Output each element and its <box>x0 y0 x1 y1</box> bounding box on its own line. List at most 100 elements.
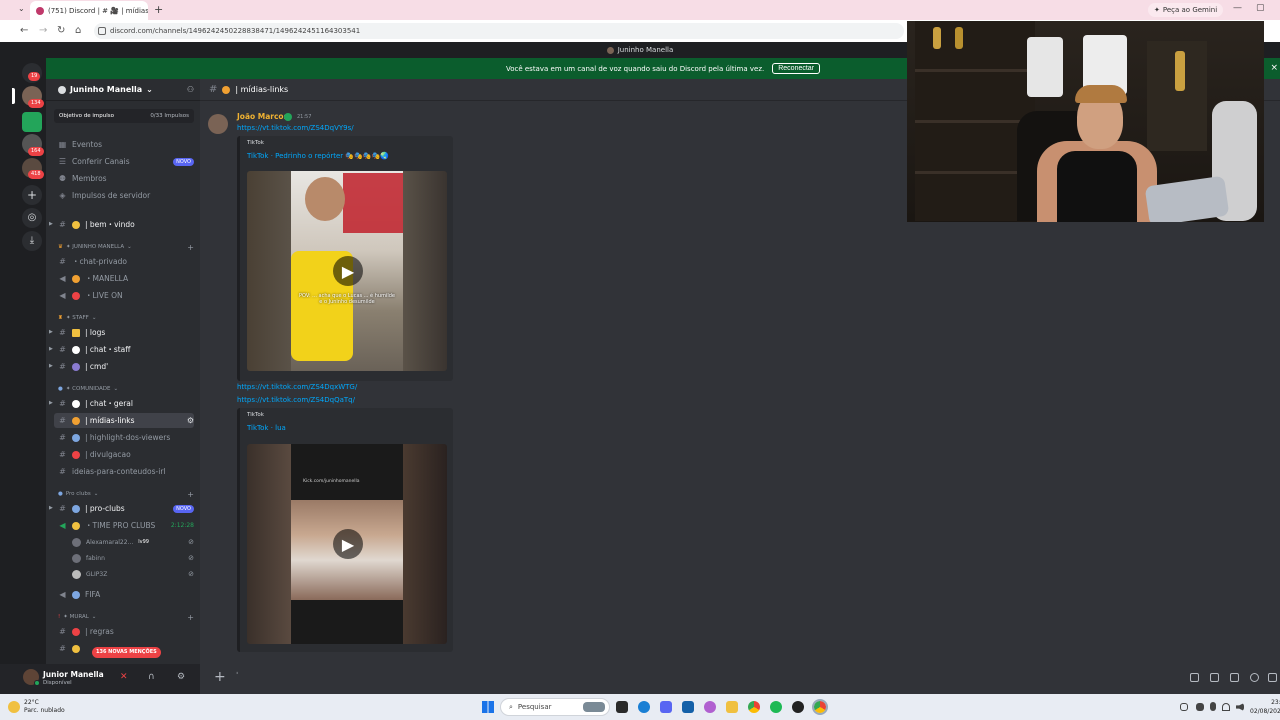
back-icon[interactable]: ← <box>20 25 28 36</box>
invite-icon[interactable]: ⚇ <box>187 85 194 94</box>
gemini-button[interactable]: ✦ Peça ao Gemini <box>1148 3 1224 17</box>
tray-chevron-icon[interactable] <box>1180 703 1188 711</box>
windows-start-icon[interactable] <box>482 701 494 713</box>
voice-user[interactable]: GLIP3Z ⊘ <box>72 567 194 581</box>
channel-logs[interactable]: # | logs <box>54 325 194 340</box>
mic-muted-icon[interactable]: ✕ <box>120 672 128 682</box>
message-composer[interactable]: + ˈ <box>200 664 1280 694</box>
add-channel-icon[interactable]: + <box>187 243 194 252</box>
embed-title[interactable]: TikTok · Pedrinho o repórter 🎭🎭🎭🎭🌏 <box>247 152 389 160</box>
close-icon[interactable]: × <box>1270 63 1278 73</box>
category-mural[interactable]: ! ✦ MURAL ⌄ + <box>58 611 194 623</box>
weather-widget[interactable]: 22°C Parc. nublado <box>24 699 65 715</box>
new-mentions-pill[interactable]: 136 NOVAS MENÇÕES <box>92 647 161 658</box>
volume-icon[interactable] <box>1236 703 1244 711</box>
voice-user[interactable]: Alexamaral22... lv99 ⊘ <box>72 535 194 549</box>
sticker-icon[interactable] <box>1230 673 1239 682</box>
taskbar-search[interactable]: ⌕ Pesquisar <box>500 698 610 716</box>
reload-icon[interactable]: ↻ <box>57 25 65 36</box>
embed-title[interactable]: TikTok · lua <box>247 424 286 432</box>
channel-bem-vindo[interactable]: # | bem・vindo <box>54 217 194 232</box>
channel-chat-geral[interactable]: # | chat・geral <box>54 396 194 411</box>
maximize-icon[interactable]: ▢ <box>1256 3 1265 13</box>
wave-emoji-icon <box>72 220 80 229</box>
channel-divulgacao[interactable]: # | divulgacao <box>54 447 194 462</box>
category-pro-clubs[interactable]: ● Pro clubs ⌄ + <box>58 488 194 500</box>
video-thumbnail[interactable]: POV: ... acha que o Lucas ... é humilde … <box>247 171 447 371</box>
menu-events[interactable]: ▦ Eventos <box>54 137 194 152</box>
spotify-icon[interactable] <box>770 701 782 713</box>
new-tab-button[interactable]: + <box>154 3 163 16</box>
voice-fifa[interactable]: ◀ FIFA <box>54 587 194 602</box>
category-staff[interactable]: ♜ ✦ STAFF ⌄ <box>58 312 194 324</box>
video-thumbnail[interactable]: Kick.com/juninhomanella ▶ <box>247 444 447 644</box>
guild-header[interactable]: Juninho Manella ⌄ ⚇ <box>46 79 200 101</box>
channel-midias-links[interactable]: # | mídias-links ⚙ <box>54 413 194 428</box>
channel-chat-staff[interactable]: # | chat・staff <box>54 342 194 357</box>
chrome-icon[interactable] <box>748 701 760 713</box>
channel-highlight[interactable]: # | highlight-dos-viewers <box>54 430 194 445</box>
muted-icon: ⊘ <box>188 538 194 546</box>
crown-emoji-icon <box>72 274 80 283</box>
channel-live-on[interactable]: ◀ ・LIVE ON <box>54 288 194 303</box>
channel-ideias[interactable]: # ideias-para-conteudos-irl <box>54 464 194 479</box>
category-comunidade[interactable]: ● ✦ COMUNIDADE ⌄ <box>58 383 194 395</box>
gif-icon[interactable] <box>1210 673 1219 682</box>
gear-icon[interactable]: ⚙ <box>177 672 185 682</box>
discord-taskbar-icon[interactable] <box>660 701 672 713</box>
minimize-icon[interactable]: — <box>1233 3 1242 13</box>
channel-pro-clubs[interactable]: # | pro-clubs NOVO <box>54 501 194 516</box>
channel-settings-icon[interactable]: ⚙ <box>187 416 194 425</box>
reconnect-button[interactable]: Reconectar <box>772 63 821 74</box>
channel-chat-privado[interactable]: # ・chat-privado <box>54 254 194 269</box>
headphones-icon[interactable]: ∩ <box>148 672 155 682</box>
tray-app-icon[interactable] <box>1196 703 1204 711</box>
wifi-icon[interactable] <box>1222 703 1230 711</box>
channel-manella[interactable]: ◀ ・MANELLA <box>54 271 194 286</box>
chrome-active-icon[interactable] <box>812 699 828 715</box>
home-icon[interactable]: ⌂ <box>75 25 81 36</box>
url-field[interactable]: discord.com/channels/1496242450228838471… <box>94 23 904 39</box>
play-icon[interactable]: ▶ <box>333 529 363 559</box>
taskbar-clock[interactable]: 23: 02/08/202 <box>1250 698 1280 716</box>
message-link[interactable]: https://vt.tiktok.com/ZS4DqVY9s/ <box>237 124 354 132</box>
menu-server-boosts[interactable]: ◈ Impulsos de servidor <box>54 188 194 203</box>
forward-icon[interactable]: → <box>39 25 47 36</box>
file-explorer-icon[interactable] <box>726 701 738 713</box>
channel-label: | logs <box>85 328 106 337</box>
message-link[interactable]: https://vt.tiktok.com/ZS4DqQaTq/ <box>237 396 355 404</box>
obs-icon[interactable] <box>792 701 804 713</box>
add-attachment-icon[interactable]: + <box>214 669 226 685</box>
boost-goal-bar[interactable]: Objetivo de impulso 0/33 Impulsos <box>54 109 194 123</box>
explore-icon[interactable]: ◎ <box>22 208 42 228</box>
add-server-icon[interactable]: + <box>22 185 42 205</box>
avatar[interactable] <box>208 114 228 134</box>
voice-time-pro-clubs[interactable]: ◀ ・TIME PRO CLUBS 2:12:28 <box>54 518 194 533</box>
message-author[interactable]: João Marcos <box>237 112 288 121</box>
store-icon[interactable] <box>682 701 694 713</box>
gift-icon[interactable] <box>1190 673 1199 682</box>
hash-icon: # <box>59 627 66 636</box>
menu-members[interactable]: ⚉ Membros <box>54 171 194 186</box>
guild-name: Juninho Manella <box>70 85 143 94</box>
category-juninho[interactable]: ♛ ✦ JUNINHO MANELLA ⌄ + <box>58 241 194 253</box>
edge-icon[interactable] <box>638 701 650 713</box>
emoji-icon[interactable] <box>1250 673 1259 682</box>
add-channel-icon[interactable]: + <box>187 490 194 499</box>
download-icon[interactable]: ⤓ <box>22 231 42 251</box>
task-view-icon[interactable] <box>616 701 628 713</box>
site-info-icon[interactable] <box>98 27 106 35</box>
apps-icon[interactable] <box>1268 673 1277 682</box>
server-kick-icon[interactable] <box>22 112 42 132</box>
message-link[interactable]: https://vt.tiktok.com/ZS4DqxWTG/ <box>237 383 357 391</box>
play-icon[interactable]: ▶ <box>333 256 363 286</box>
voice-user[interactable]: fabinn ⊘ <box>72 551 194 565</box>
browser-tab-discord[interactable]: (751) Discord | # 🎥 | mídias-lin... × <box>30 1 148 20</box>
channel-regras[interactable]: # | regras <box>54 624 194 639</box>
channel-cmd[interactable]: # | cmd' <box>54 359 194 374</box>
copilot-icon[interactable] <box>704 701 716 713</box>
add-channel-icon[interactable]: + <box>187 613 194 622</box>
microphone-icon[interactable] <box>1210 702 1216 711</box>
menu-browse-channels[interactable]: ☰ Conferir Canais NOVO <box>54 154 194 169</box>
tab-menu-chevron-icon[interactable]: ⌄ <box>18 4 25 13</box>
